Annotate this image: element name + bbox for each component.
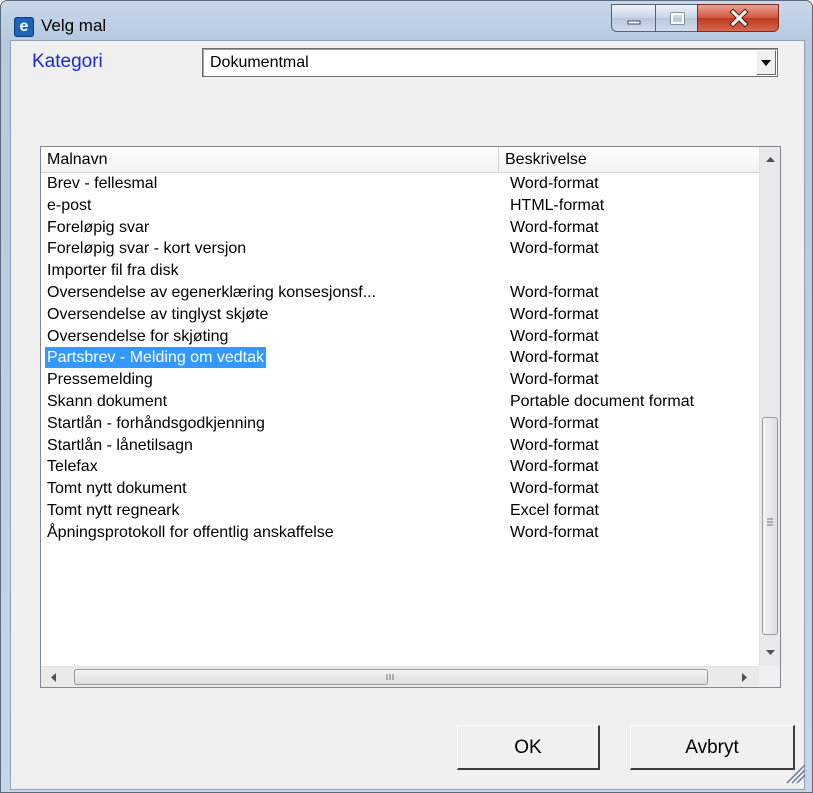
template-name: Startlån - forhåndsgodkjenning: [47, 414, 265, 432]
maximize-button[interactable]: [655, 4, 698, 32]
template-name: Tomt nytt dokument: [47, 480, 187, 498]
minimize-button[interactable]: [611, 4, 656, 32]
template-description: Word-format: [510, 523, 599, 541]
title-bar[interactable]: e Velg mal: [1, 1, 812, 41]
template-description: Word-format: [510, 371, 599, 389]
template-name: Foreløpig svar: [47, 218, 150, 236]
list-item[interactable]: Oversendelse av egenerklæring konsesjons…: [41, 282, 759, 304]
list-item[interactable]: e-post HTML-format: [41, 195, 759, 217]
template-description: Word-format: [510, 480, 599, 498]
maximize-icon: [670, 12, 685, 25]
column-header-beskrivelse[interactable]: Beskrivelse: [499, 147, 759, 172]
template-name: Telefax: [47, 458, 98, 476]
window-title: Velg mal: [41, 16, 107, 35]
template-description: Word-format: [510, 436, 599, 454]
dialog-window: e Velg mal Kategori Dokumentmal Malnavn …: [0, 0, 813, 793]
scroll-down-icon[interactable]: [760, 640, 781, 666]
minimize-icon: [627, 20, 641, 25]
horizontal-scroll-thumb[interactable]: [74, 669, 708, 685]
template-name: Tomt nytt regneark: [47, 501, 180, 519]
column-header-malnavn[interactable]: Malnavn: [41, 147, 499, 172]
list-item[interactable]: Tomt nytt regneark Excel format: [41, 500, 759, 522]
template-name: Importer fil fra disk: [47, 262, 179, 280]
kategori-label: Kategori: [32, 51, 103, 72]
template-list[interactable]: Malnavn Beskrivelse Brev - fellesmal Word…: [40, 146, 781, 688]
list-rows: Brev - fellesmal Word-format e-post HTML-fo…: [41, 173, 759, 544]
list-item[interactable]: Tomt nytt dokument Word-format: [41, 478, 759, 500]
list-item[interactable]: Startlån - lånetilsagn Word-format: [41, 435, 759, 457]
list-item[interactable]: Telefax Word-format: [41, 456, 759, 478]
close-icon: [729, 8, 749, 28]
list-item[interactable]: Åpningsprotokoll for offentlig anskaffel…: [41, 522, 759, 544]
scroll-left-icon[interactable]: [41, 667, 71, 688]
cancel-button[interactable]: Avbryt: [630, 725, 795, 770]
template-description: Word-format: [510, 218, 599, 236]
template-description: Word-format: [510, 349, 599, 367]
template-description: Portable document format: [510, 392, 695, 410]
template-description: Word-format: [510, 305, 599, 323]
list-item[interactable]: Oversendelse av tinglyst skjøte Word-form…: [41, 304, 759, 326]
dropdown-button[interactable]: [756, 50, 776, 75]
kategori-dropdown[interactable]: Dokumentmal: [202, 48, 778, 77]
vertical-scrollbar[interactable]: [759, 147, 781, 666]
template-name: Partsbrev - Melding om vedtak: [45, 347, 266, 369]
app-icon: e: [14, 17, 34, 37]
template-name: Skann dokument: [47, 392, 168, 410]
template-description: Excel format: [510, 501, 599, 519]
template-name: Pressemelding: [47, 371, 153, 389]
template-name: Åpningsprotokoll for offentlig anskaffel…: [47, 523, 334, 541]
template-name: Startlån - lånetilsagn: [47, 436, 193, 454]
template-name: Oversendelse for skjøting: [47, 327, 229, 345]
template-description: Word-format: [510, 240, 599, 258]
grip-icon: [767, 518, 773, 526]
template-name: Foreløpig svar - kort versjon: [47, 240, 247, 258]
template-description: Word-format: [510, 414, 599, 432]
scroll-up-icon[interactable]: [760, 147, 781, 173]
list-item[interactable]: Brev - fellesmal Word-format: [41, 173, 759, 195]
list-item[interactable]: Foreløpig svar - kort versjon Word-format: [41, 238, 759, 260]
list-item[interactable]: Startlån - forhåndsgodkjenning Word-forma…: [41, 413, 759, 435]
list-header: Malnavn Beskrivelse: [41, 147, 759, 173]
template-description: Word-format: [510, 458, 599, 476]
template-description: Word-format: [510, 283, 599, 301]
list-item[interactable]: Oversendelse for skjøting Word-format: [41, 326, 759, 348]
list-item[interactable]: Skann dokument Portable document format: [41, 391, 759, 413]
template-description: Word-format: [510, 175, 599, 192]
list-item[interactable]: Importer fil fra disk: [41, 260, 759, 282]
template-description: HTML-format: [510, 196, 605, 214]
template-description: Word-format: [510, 327, 599, 345]
kategori-value: Dokumentmal: [210, 54, 309, 71]
list-item[interactable]: Foreløpig svar Word-format: [41, 217, 759, 239]
list-item[interactable]: Pressemelding Word-format: [41, 369, 759, 391]
grip-icon: [386, 674, 394, 680]
chevron-down-icon: [761, 60, 771, 66]
resize-grip-icon[interactable]: [783, 759, 807, 785]
list-item[interactable]: Partsbrev - Melding om vedtak Word-format: [41, 347, 759, 369]
vertical-scroll-thumb[interactable]: [762, 417, 778, 635]
template-name: Brev - fellesmal: [47, 175, 158, 192]
close-button[interactable]: [697, 4, 779, 32]
template-name: e-post: [47, 196, 92, 214]
scrollbar-corner: [759, 666, 780, 687]
horizontal-scrollbar[interactable]: [41, 666, 759, 688]
scroll-right-icon[interactable]: [729, 667, 759, 688]
ok-button[interactable]: OK: [457, 725, 600, 770]
template-name: Oversendelse av tinglyst skjøte: [47, 305, 269, 323]
template-name: Oversendelse av egenerklæring konsesjons…: [47, 283, 377, 301]
